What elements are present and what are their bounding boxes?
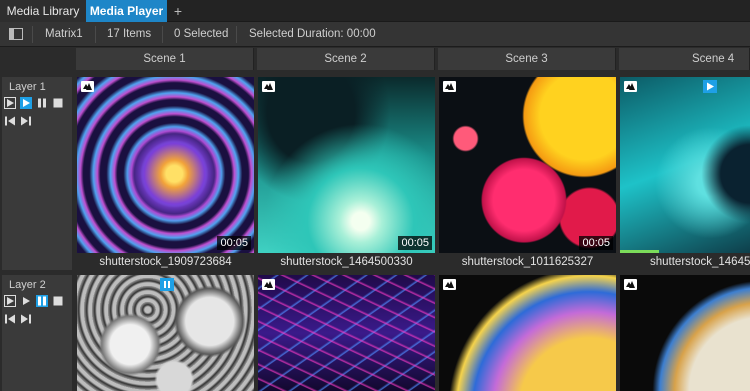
play-icon[interactable] (20, 295, 32, 307)
fractal-spiral-image (77, 77, 254, 253)
clip-duration: 00:05 (398, 236, 432, 250)
toolbar-divider (162, 26, 163, 43)
image-type-icon (624, 81, 637, 92)
clip-thumbnail-playing[interactable] (620, 77, 750, 253)
soap-bubble-image (439, 275, 616, 391)
playing-status-icon (703, 80, 717, 93)
clip-thumbnail[interactable]: 00:05 (258, 77, 435, 253)
teal-fractal-image (258, 77, 435, 253)
scene-header-3[interactable]: Scene 3 (438, 48, 616, 70)
oil-bubbles-image (439, 77, 616, 253)
clip-name: shutterstock_1464500330 (258, 253, 435, 271)
clip-name: shutterstock_1464500 (620, 253, 750, 271)
toolbar-divider (95, 26, 96, 43)
neon-lines-image (258, 275, 435, 391)
scene-header-1[interactable]: Scene 1 (76, 48, 254, 70)
clip-thumbnail[interactable] (439, 275, 616, 391)
layer-1-label: Layer 1 (9, 81, 46, 93)
next-icon[interactable] (20, 313, 32, 325)
clip-thumbnail[interactable]: 00:05 (439, 77, 616, 253)
cyan-fractal-image (620, 77, 750, 253)
selected-count: 0 Selected (174, 28, 229, 40)
toolbar: Matrix1 17 Items 0 Selected Selected Dur… (0, 22, 750, 47)
next-icon[interactable] (20, 115, 32, 127)
selected-duration: Selected Duration: 00:00 (249, 28, 376, 40)
scene-header-2[interactable]: Scene 2 (257, 48, 435, 70)
sidebar-toggle-icon[interactable] (9, 28, 23, 40)
pause-icon[interactable] (36, 295, 48, 307)
clip-name: shutterstock_1011625327 (439, 253, 616, 271)
tab-bar: Media Library Media Player + (0, 0, 750, 22)
layer-2-label: Layer 2 (9, 279, 46, 291)
image-type-icon (81, 81, 94, 92)
paused-status-icon (160, 278, 174, 291)
image-type-icon (262, 279, 275, 290)
items-count: 17 Items (107, 28, 152, 40)
image-type-icon (443, 279, 456, 290)
layer-1-panel: Layer 1 (2, 77, 72, 270)
play-icon[interactable] (20, 97, 32, 109)
stop-icon[interactable] (52, 97, 64, 109)
matrix-name[interactable]: Matrix1 (45, 22, 83, 47)
previous-icon[interactable] (4, 115, 16, 127)
scene-header-4[interactable]: Scene 4 (619, 48, 750, 70)
play-clips-icon[interactable] (4, 295, 16, 307)
play-clips-icon[interactable] (4, 97, 16, 109)
clip-thumbnail[interactable] (620, 275, 750, 391)
toolbar-divider (32, 26, 33, 43)
image-type-icon (624, 279, 637, 290)
previous-icon[interactable] (4, 313, 16, 325)
toolbar-divider (236, 26, 237, 43)
add-tab-button[interactable]: + (169, 0, 187, 22)
tab-media-library[interactable]: Media Library (0, 0, 86, 22)
layer-2-panel: Layer 2 (2, 275, 72, 391)
clip-duration: 00:05 (217, 236, 251, 250)
clip-name: shutterstock_1909723684 (77, 253, 254, 271)
clip-thumbnail-paused[interactable] (77, 275, 254, 391)
silver-bubbles-image (77, 275, 254, 391)
pause-icon[interactable] (36, 97, 48, 109)
tab-media-player[interactable]: Media Player (86, 0, 167, 22)
planet-bubble-image (620, 275, 750, 391)
clip-duration: 00:05 (579, 236, 613, 250)
clip-thumbnail[interactable] (258, 275, 435, 391)
clip-thumbnail[interactable]: 00:05 (77, 77, 254, 253)
image-type-icon (262, 81, 275, 92)
image-type-icon (443, 81, 456, 92)
stop-icon[interactable] (52, 295, 64, 307)
